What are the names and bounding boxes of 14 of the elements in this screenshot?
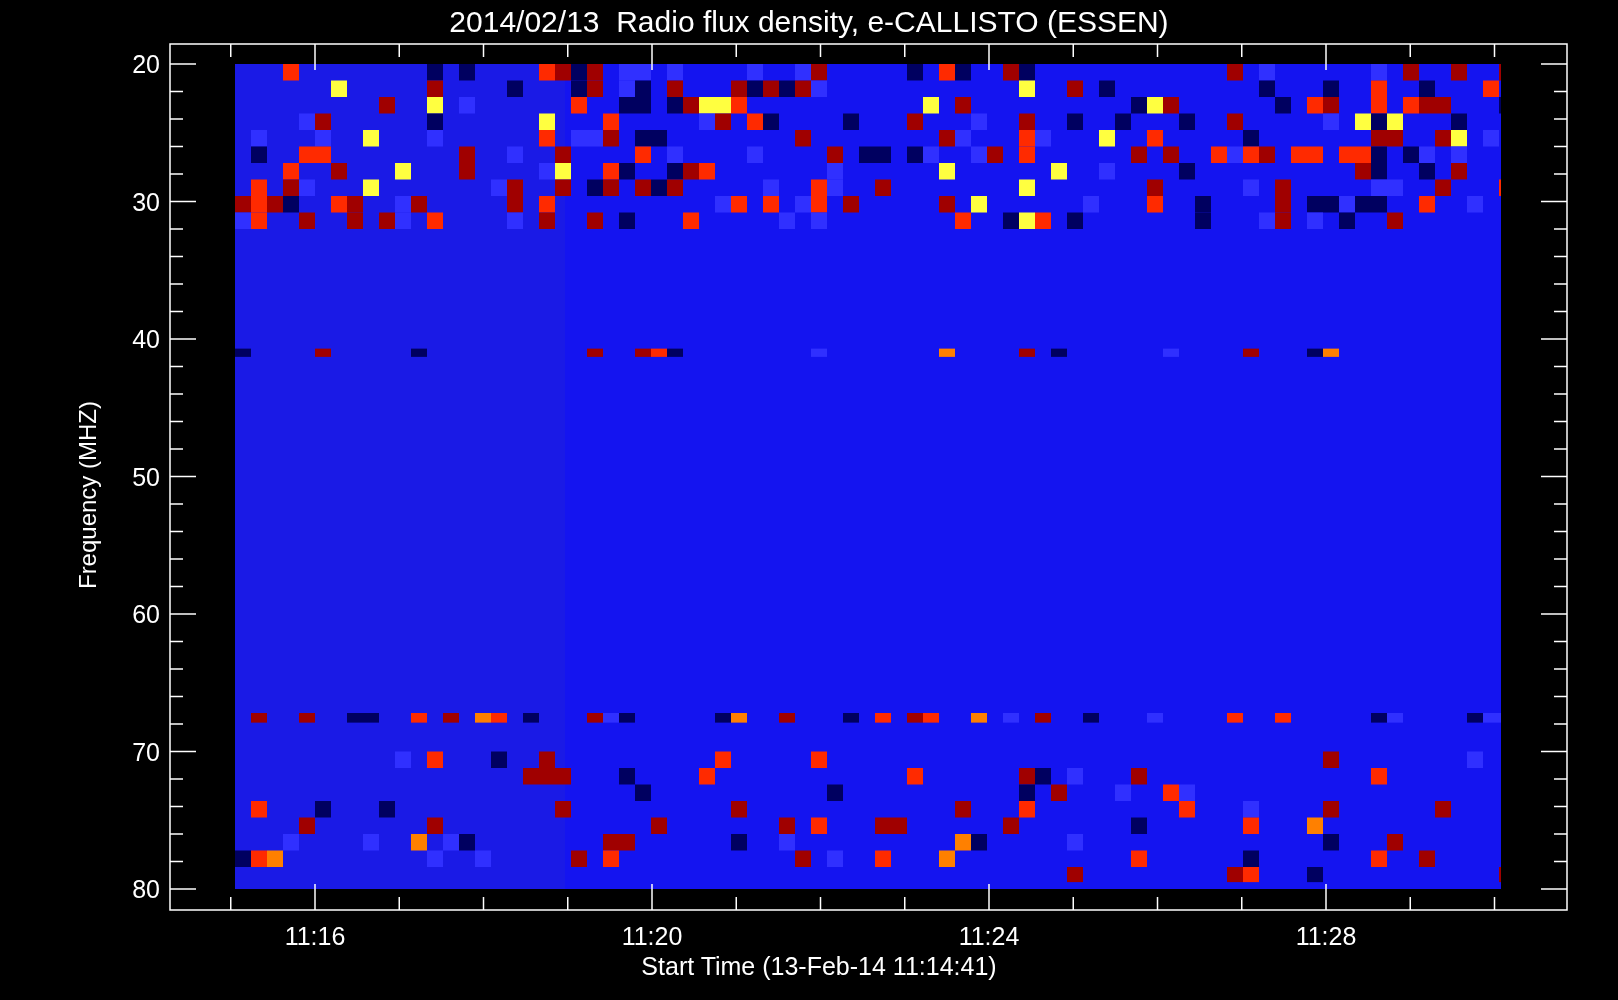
y-tick-label: 80 [132, 875, 160, 903]
y-tick-label: 40 [132, 325, 160, 353]
x-tick-label: 11:20 [621, 922, 683, 948]
chart-title: 2014/02/13 Radio flux density, e-CALLISTO (ESSEN) [449, 6, 1169, 37]
x-tick-label: 11:16 [284, 922, 346, 948]
y-tick-label: 30 [132, 187, 160, 216]
x-axis-label: Start Time (13-Feb-14 11:14:41) [641, 954, 997, 979]
x-tick-label: 11:24 [958, 922, 1020, 948]
y-tick-label: 60 [132, 600, 160, 628]
y-tick-label: 50 [132, 462, 160, 491]
x-tick-label: 11:28 [1295, 922, 1357, 948]
y-tick-label: 70 [132, 737, 160, 766]
y-tick-label: 20 [132, 50, 160, 78]
y-axis-label: Frequency (MHZ) [74, 401, 102, 590]
